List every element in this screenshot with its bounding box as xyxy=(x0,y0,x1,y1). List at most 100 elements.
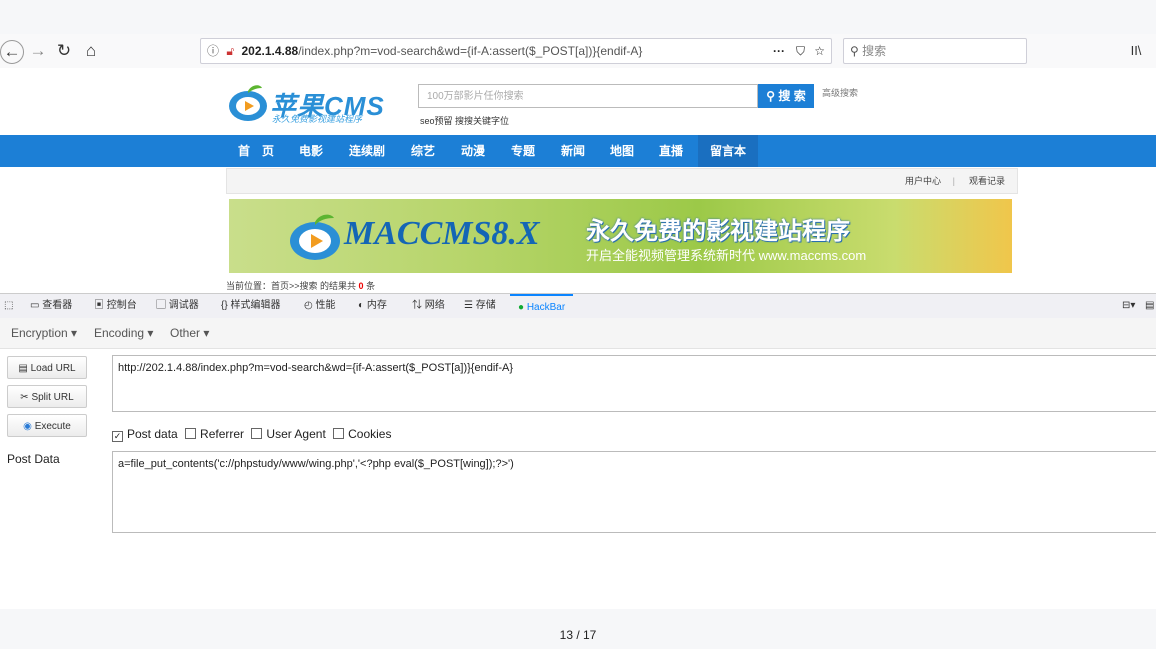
user-bar-separator: | xyxy=(952,176,955,186)
tab-console-label: 控制台 xyxy=(106,300,137,311)
library-icon[interactable]: II\ xyxy=(1124,39,1148,63)
nav-item-home[interactable]: 首 页 xyxy=(230,135,282,167)
cookies-checkbox[interactable] xyxy=(333,428,345,439)
option-referrer[interactable]: Referrer xyxy=(185,427,244,441)
apple-logo-icon xyxy=(290,214,340,260)
execute-button[interactable]: ◉ Execute xyxy=(7,414,87,437)
site-nav-bar: 首 页 电影 连续剧 综艺 动漫 专题 新闻 地图 直播 留言本 xyxy=(0,135,1156,167)
banner-slogan: 永久免费的影视建站程序 xyxy=(586,218,850,245)
browser-search-input[interactable]: ⚲ 搜索 xyxy=(843,38,1027,64)
option-referrer-label: Referrer xyxy=(200,427,245,441)
menu-other[interactable]: Other ▾ xyxy=(170,318,209,348)
debugger-icon: ▢ xyxy=(156,300,169,311)
storage-icon: ☰ xyxy=(464,300,476,311)
play-icon: ◉ xyxy=(23,421,35,432)
url-host: 202.1.4.88 xyxy=(241,44,299,58)
tab-console[interactable]: ▣ 控制台 xyxy=(94,294,137,318)
tab-storage[interactable]: ☰ 存储 xyxy=(464,294,496,318)
option-post-data-label: Post data xyxy=(127,427,178,441)
tab-performance[interactable]: ◴ 性能 xyxy=(304,294,336,318)
banner-subtitle: 开启全能视频管理系统新时代 www.maccms.com xyxy=(586,248,867,263)
post-data-label: Post Data xyxy=(7,452,60,466)
advanced-search-link[interactable]: 高级搜索 xyxy=(822,86,858,99)
promo-banner[interactable]: MACCMS8.X 永久免费的影视建站程序 开启全能视频管理系统新时代 www.… xyxy=(229,199,1012,273)
option-user-agent[interactable]: User Agent xyxy=(251,427,326,441)
execute-label: Execute xyxy=(34,421,71,432)
site-search-button-label: 搜 索 xyxy=(778,89,806,103)
insecure-lock-icon: 🔓︎ xyxy=(226,44,235,58)
home-icon[interactable]: ⌂ xyxy=(79,39,103,63)
nav-item-movies[interactable]: 电影 xyxy=(286,135,336,167)
page-indicator: 13 / 17 xyxy=(559,628,597,642)
split-icon: ✂ xyxy=(20,392,32,403)
tab-style-editor[interactable]: {} 样式编辑器 xyxy=(221,294,280,318)
nav-item-variety[interactable]: 综艺 xyxy=(400,135,446,167)
nav-item-news[interactable]: 新闻 xyxy=(550,135,596,167)
breadcrumb-text: 当前位置：首页>>搜索 的结果共 xyxy=(226,281,357,291)
pocket-icon[interactable]: ⛉ xyxy=(796,39,805,63)
info-icon[interactable]: ⓘ xyxy=(207,44,219,58)
tab-inspector-label: 查看器 xyxy=(42,300,73,311)
dock-layout-icon[interactable]: ⊟▾ xyxy=(1122,294,1135,318)
search-icon: ⚲ xyxy=(850,44,859,58)
nav-item-anime[interactable]: 动漫 xyxy=(450,135,496,167)
nav-item-live[interactable]: 直播 xyxy=(648,135,694,167)
bookmark-star-icon[interactable]: ☆ xyxy=(814,39,825,63)
web-page: 苹果CMS 永久免费影视建站程序 100万部影片任你搜索 ⚲ 搜 索 高级搜索 … xyxy=(0,68,1156,293)
site-search-input[interactable]: 100万部影片任你搜索 xyxy=(418,84,758,108)
referrer-checkbox[interactable] xyxy=(185,428,197,439)
banner-title: MACCMS8.X xyxy=(344,215,540,252)
tab-network[interactable]: ⇅ 网络 xyxy=(412,294,445,318)
post-data-textarea[interactable]: a=file_put_contents('c://phpstudy/www/wi… xyxy=(112,451,1156,533)
element-picker-icon[interactable]: ⬚ xyxy=(4,294,13,318)
tab-debugger[interactable]: ▢ 调试器 xyxy=(156,294,199,318)
performance-icon: ◴ xyxy=(304,300,316,311)
devtools-tab-bar: ⬚ ▭ 查看器 ▣ 控制台 ▢ 调试器 {} 样式编辑器 ◴ 性能 ◐ 内存 ⇅… xyxy=(0,293,1156,319)
site-search-button[interactable]: ⚲ 搜 索 xyxy=(758,84,814,108)
tab-memory[interactable]: ◐ 内存 xyxy=(358,294,387,318)
user-center-link[interactable]: 用户中心 xyxy=(905,169,941,193)
nav-item-series[interactable]: 连续剧 xyxy=(340,135,394,167)
browser-search-placeholder: 搜索 xyxy=(862,44,887,58)
console-icon: ▣ xyxy=(94,300,107,311)
tab-debugger-label: 调试器 xyxy=(168,300,199,311)
apple-logo-icon xyxy=(229,85,267,121)
site-logo-subtitle: 永久免费影视建站程序 xyxy=(272,114,363,124)
tab-hackbar[interactable]: ● HackBar xyxy=(510,294,574,318)
split-console-icon[interactable]: ▤ xyxy=(1145,294,1154,318)
tab-memory-label: 内存 xyxy=(366,300,387,311)
watch-history-link[interactable]: 观看记录 xyxy=(969,169,1005,193)
hackbar-icon: ● xyxy=(518,302,527,313)
tab-inspector[interactable]: ▭ 查看器 xyxy=(30,294,72,318)
user-agent-checkbox[interactable] xyxy=(251,428,263,439)
post-data-checkbox[interactable]: ✓ xyxy=(112,431,123,442)
nav-item-guestbook[interactable]: 留言本 xyxy=(698,135,758,167)
nav-item-map[interactable]: 地图 xyxy=(598,135,646,167)
menu-encryption[interactable]: Encryption ▾ xyxy=(11,318,77,348)
breadcrumb: 当前位置：首页>>搜索 的结果共 0 条 xyxy=(226,279,375,292)
load-url-label: Load URL xyxy=(30,363,76,374)
menu-encoding[interactable]: Encoding ▾ xyxy=(94,318,153,348)
option-cookies[interactable]: Cookies xyxy=(333,427,391,441)
option-cookies-label: Cookies xyxy=(348,427,392,441)
split-url-label: Split URL xyxy=(31,392,74,403)
split-url-button[interactable]: ✂ Split URL xyxy=(7,385,87,408)
tab-network-label: 网络 xyxy=(424,300,445,311)
inspector-icon: ▭ xyxy=(30,300,43,311)
reload-icon[interactable]: ↻ xyxy=(52,39,76,63)
load-url-button[interactable]: ▤ Load URL xyxy=(7,356,87,379)
page-actions-icon[interactable]: ··· xyxy=(773,39,785,63)
url-textarea[interactable]: http://202.1.4.88/index.php?m=vod-search… xyxy=(112,355,1156,412)
url-bar[interactable]: ⓘ 🔓︎ 202.1.4.88/index.php?m=vod-search&w… xyxy=(200,38,832,64)
hot-label: seo预留 xyxy=(420,116,453,126)
nav-item-topics[interactable]: 专题 xyxy=(500,135,546,167)
tab-storage-label: 存储 xyxy=(475,300,496,311)
option-user-agent-label: User Agent xyxy=(266,427,326,441)
forward-arrow-icon[interactable]: → xyxy=(26,39,50,63)
hot-keyword-link[interactable]: 搜搜关键字位 xyxy=(455,116,509,126)
hackbar-panel: ▤ Load URL ✂ Split URL ◉ Execute http://… xyxy=(0,349,1156,609)
tab-hackbar-label: HackBar xyxy=(526,302,566,313)
option-post-data[interactable]: ✓ Post data xyxy=(112,427,178,442)
result-unit: 条 xyxy=(366,281,376,291)
back-arrow-icon[interactable]: ← xyxy=(0,40,24,64)
